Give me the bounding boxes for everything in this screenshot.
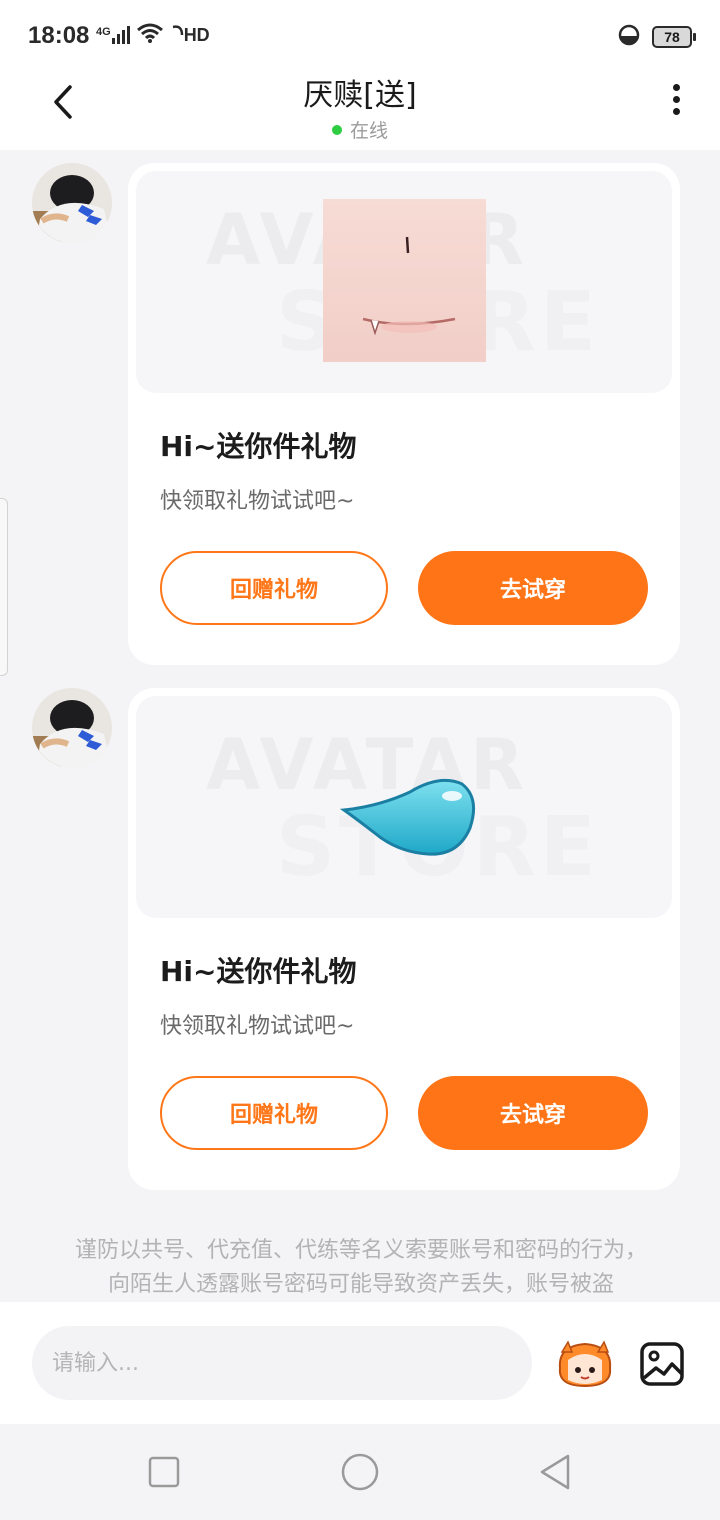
safety-notice: 谨防以共号、代充值、代练等名义索要账号和密码的行为，向陌生人透露账号密码可能导致… xyxy=(74,1238,647,1297)
gift-title: Hi~送你件礼物 xyxy=(160,955,357,988)
gift-subtitle: 快领取礼物试试吧~ xyxy=(160,489,355,514)
back-button[interactable] xyxy=(46,82,86,122)
image-picker-button[interactable] xyxy=(638,1340,686,1388)
recent-apps-button[interactable] xyxy=(144,1452,184,1492)
more-options-button[interactable] xyxy=(668,84,684,120)
chat-header: 厌赎[送] 在线 xyxy=(0,68,720,150)
try-on-button[interactable]: 去试穿 xyxy=(418,1076,648,1150)
page-title: 厌赎[送] xyxy=(303,78,417,113)
triangle-back-icon xyxy=(540,1454,570,1490)
battery-icon: 78 xyxy=(652,26,696,48)
gift-subtitle: 快领取礼物试试吧~ xyxy=(160,1014,355,1039)
presence-status: 在线 xyxy=(331,116,388,143)
presence-label: 在线 xyxy=(349,120,388,142)
emoji-mascot-button[interactable] xyxy=(554,1338,616,1390)
hd-label: HD xyxy=(183,24,210,45)
system-nav-bar xyxy=(0,1424,720,1520)
return-gift-button[interactable]: 回赠礼物 xyxy=(160,551,388,625)
gift-preview[interactable]: AVATAR STORE xyxy=(136,696,672,918)
status-icons-left: 4G HD xyxy=(96,22,210,48)
chat-messages[interactable]: AVATAR STORE Hi~送你件礼物 快领取礼物试试吧~ 回赠礼物 去试穿 xyxy=(0,150,720,1302)
gift-preview[interactable]: AVATAR STORE xyxy=(136,171,672,393)
home-button[interactable] xyxy=(340,1452,380,1492)
dot-icon xyxy=(672,108,680,115)
chevron-left-icon xyxy=(54,85,72,119)
try-on-button[interactable]: 去试穿 xyxy=(418,551,648,625)
online-dot-icon xyxy=(331,124,342,135)
return-gift-button[interactable]: 回赠礼物 xyxy=(160,1076,388,1150)
sender-avatar[interactable] xyxy=(32,163,112,243)
cellular-signal-icon: 4G xyxy=(96,26,130,44)
hd-call-icon: HD xyxy=(170,25,210,46)
status-bar: 18:08 4G HD 78 xyxy=(0,0,720,68)
wifi-icon xyxy=(136,22,164,48)
gift-title: Hi~送你件礼物 xyxy=(160,430,357,463)
title-wrap: 厌赎[送] 在线 xyxy=(0,68,720,143)
status-time: 18:08 xyxy=(28,22,90,49)
circle-icon xyxy=(341,1453,379,1491)
dot-icon xyxy=(672,96,680,103)
face-item-image xyxy=(323,199,486,362)
night-mode-icon xyxy=(618,24,640,50)
sender-avatar[interactable] xyxy=(32,688,112,768)
input-bar xyxy=(0,1302,720,1424)
gift-message-card: AVATAR STORE Hi~送你件礼物 快领取礼物试试吧~ 回赠礼物 去试穿 xyxy=(128,688,680,1190)
gift-message-card: AVATAR STORE Hi~送你件礼物 快领取礼物试试吧~ 回赠礼物 去试穿 xyxy=(128,163,680,665)
status-icons-right: 78 xyxy=(618,24,696,50)
image-icon xyxy=(640,1342,684,1386)
edge-panel-handle[interactable] xyxy=(0,498,8,676)
square-icon xyxy=(148,1456,180,1488)
dot-icon xyxy=(672,84,680,91)
mascot-icon xyxy=(558,1340,612,1388)
network-type-label: 4G xyxy=(96,26,111,38)
teardrop-item-image xyxy=(340,778,476,856)
back-nav-button[interactable] xyxy=(536,1452,576,1492)
message-input[interactable] xyxy=(32,1326,532,1400)
